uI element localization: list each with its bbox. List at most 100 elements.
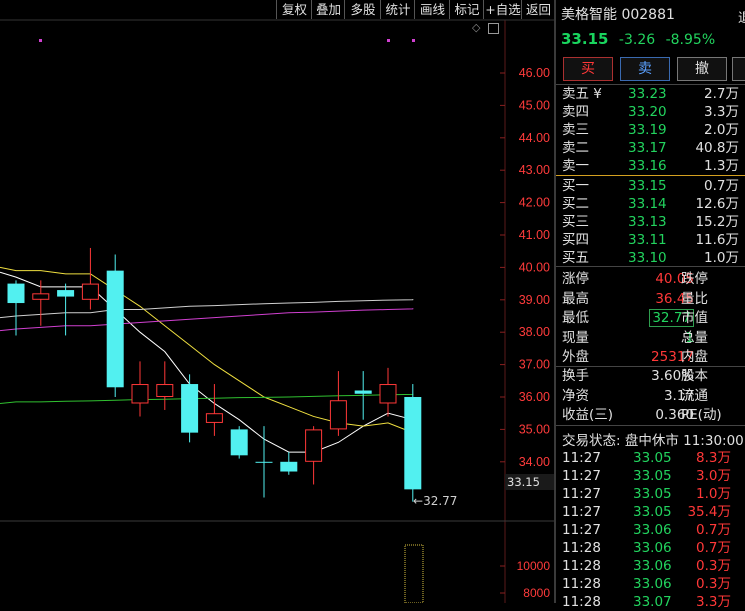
candle-body[interactable] [379,384,397,404]
ask-row[interactable]: 卖一 33.16 1.3万 [556,157,745,175]
trade-time: 11:28 [562,576,601,592]
price-tick-label: 45.00 [519,98,550,112]
candle-body[interactable] [156,384,174,398]
stock-code: 002881 [621,7,675,23]
candle-body[interactable] [57,290,75,297]
kline-chart[interactable]: 46.00 45.00 44.00 43.00 42.00 41.00 40.00 39.00… [0,0,554,603]
bid-level-label: 买一 [562,178,589,194]
signal-dot [387,39,390,42]
candle-body[interactable] [305,429,323,462]
trade-divider [556,425,745,426]
candle-body[interactable] [205,413,223,423]
candle-body[interactable] [280,461,298,472]
last-price: 33.15 [561,30,609,48]
stat-label-2: 跌停 [681,271,708,287]
trade-volume: 0.3万 [696,576,731,592]
fundamental-label-2: 流通 [681,387,708,404]
sell-button[interactable]: 卖 [620,57,670,81]
trade-price: 33.06 [633,576,672,592]
trade-price: 33.05 [633,504,672,520]
candle-body[interactable] [329,400,347,430]
candle-body[interactable] [81,283,99,300]
candle-body[interactable] [404,397,422,490]
bid-level-label: 买三 [562,214,589,230]
diamond-icon[interactable]: ◇ [472,22,482,33]
toolbar-button-statistics[interactable]: 统计 [380,0,415,19]
ask-row[interactable]: 卖三 33.19 2.0万 [556,121,745,139]
ask-volume: 2.0万 [704,122,739,138]
moving-average-line [0,271,413,453]
stat-label: 现量 [562,329,589,346]
stat-label: 最低 [562,310,589,326]
stock-title: 美格智能 002881 [561,4,675,24]
ask-row[interactable]: 卖五 ¥ 33.23 2.7万 [556,85,745,103]
bid-row[interactable]: 买一 33.15 0.7万 [556,177,745,195]
trade-price: 33.06 [633,558,672,574]
ask-row[interactable]: 卖四 33.20 3.3万 [556,103,745,121]
trade-row: 11:27 33.05 35.4万 [556,503,745,521]
trade-volume: 0.3万 [696,558,731,574]
toolbar-button-add-watchlist[interactable]: +自选 [483,0,522,19]
volume-tick-label: 10000 [517,559,551,573]
candle-body[interactable] [131,384,149,404]
kline-chart-panel[interactable]: 46.00 45.00 44.00 43.00 42.00 41.00 40.00 39.00… [0,0,554,603]
cancel-button[interactable]: 撤 [677,57,727,81]
stock-name: 美格智能 [561,7,617,23]
candle-body[interactable] [230,429,248,456]
ask-level-label: 卖二 [562,140,589,156]
trade-time: 11:28 [562,558,601,574]
trade-price: 33.07 [633,594,672,610]
trade-price: 33.06 [633,540,672,556]
bid-price: 33.10 [628,250,667,266]
toolbar-button-multi-stock[interactable]: 多股 [344,0,381,19]
trade-row: 11:28 33.07 3.3万 [556,593,745,611]
trade-volume: 35.4万 [687,504,731,520]
toolbar-button-back[interactable]: 返回 [521,0,555,19]
bid-row[interactable]: 买三 33.13 15.2万 [556,213,745,231]
fundamental-row: 收益(三) 0.360 PE(动) [556,405,745,425]
buy-button[interactable]: 买 [563,57,613,81]
ask-row[interactable]: 卖二 33.17 40.8万 [556,139,745,157]
ask-volume: 40.8万 [695,140,739,156]
signal-dot [39,39,42,42]
fundamental-label: 收益(三) [562,407,614,423]
candle-body[interactable] [181,384,199,433]
candle-body[interactable] [106,270,124,388]
trade-price: 33.06 [633,522,672,538]
stat-label: 涨停 [562,271,589,287]
moving-average-line [0,299,414,319]
candle-body[interactable] [32,293,50,300]
stat-row: 最低 32.77 市值 [556,308,745,328]
bid-price: 33.13 [628,214,667,230]
toolbar-button-marker[interactable]: 标记 [449,0,484,19]
ask-volume: 2.7万 [704,86,739,102]
candle-body[interactable] [7,283,25,304]
trade-volume: 0.7万 [696,522,731,538]
toolbar-button-overlay[interactable]: 叠加 [311,0,345,19]
price-row: 33.15 -3.26 -8.95% [561,30,715,48]
trade-row: 11:27 33.06 0.7万 [556,521,745,539]
bid-price: 33.15 [628,178,667,194]
price-change-pct: -8.95% [665,32,716,48]
volume-bar[interactable] [404,544,424,603]
more-button[interactable] [732,57,745,81]
trade-row: 11:27 33.05 1.0万 [556,485,745,503]
stats-divider [556,266,745,267]
bid-row[interactable]: 买五 33.10 1.0万 [556,249,745,267]
bid-row[interactable]: 买四 33.11 11.6万 [556,231,745,249]
window-toggle-icon[interactable] [488,23,499,34]
trade-time: 11:27 [562,504,601,520]
stat-label-2: 市值 [681,310,708,326]
toolbar-button-restore-rights[interactable]: 复权 [276,0,312,19]
low-price-marker: ←32.77 [413,494,457,508]
toolbar-button-draw-line[interactable]: 画线 [414,0,450,19]
trade-time: 11:27 [562,486,601,502]
fundamental-label: 净资 [562,387,589,404]
candle-body[interactable] [255,461,273,463]
stat-row: 现量 1 总量 [556,328,745,348]
bid-row[interactable]: 买二 33.14 12.6万 [556,195,745,213]
price-tick-label: 35.00 [519,422,550,436]
fundamental-label: 换手 [562,368,589,384]
price-tick-label: 44.00 [519,131,550,145]
candle-body[interactable] [354,390,372,394]
